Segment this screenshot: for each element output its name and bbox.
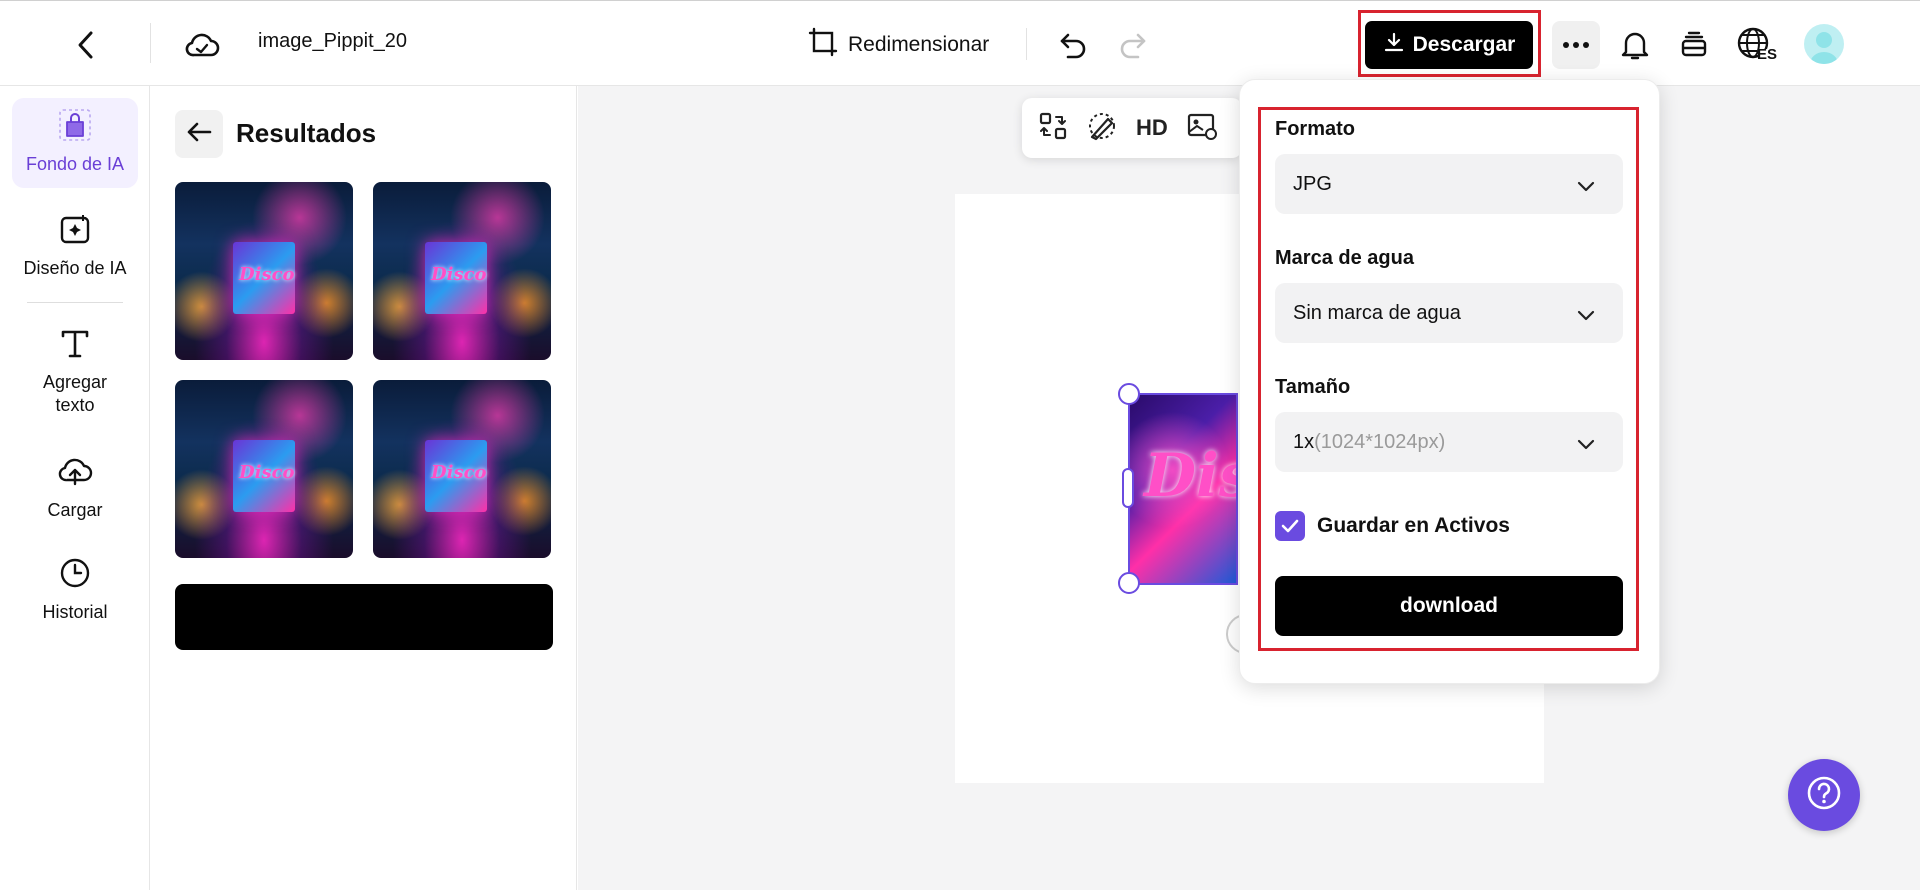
bag-icon <box>58 108 92 147</box>
watermark-select[interactable]: Sin marca de agua <box>1275 283 1623 343</box>
redo-icon[interactable] <box>1113 25 1153 65</box>
result-thumbnail[interactable]: Disco <box>175 380 353 558</box>
watermark-label: Marca de agua <box>1275 247 1414 269</box>
image-replace-icon[interactable] <box>1186 111 1218 146</box>
save-to-assets-label: Guardar en Activos <box>1317 514 1510 537</box>
result-thumbnail[interactable]: Disco <box>373 380 551 558</box>
divider <box>150 23 151 63</box>
watermark-value: Sin marca de agua <box>1293 301 1461 324</box>
download-icon <box>1383 31 1405 59</box>
resize-handle[interactable] <box>1118 383 1140 405</box>
checkbox-checked[interactable] <box>1275 511 1305 541</box>
image-toolbar: HD <box>1022 98 1242 158</box>
size-value: 1x <box>1293 430 1315 453</box>
rail-item-history[interactable]: Historial <box>12 556 138 636</box>
bell-icon[interactable] <box>1615 25 1655 65</box>
left-rail: Fondo de IA Diseño de IA Agregar texto C… <box>0 86 150 890</box>
size-label: Tamaño <box>1275 376 1351 398</box>
rail-item-upload[interactable]: Cargar <box>12 454 138 534</box>
download-label: Descargar <box>1412 33 1516 56</box>
language-globe-icon[interactable]: ES <box>1734 23 1778 67</box>
thumbnail-text: Disco <box>239 264 295 285</box>
resize-label: Redimensionar <box>848 33 990 56</box>
resize-handle[interactable] <box>1118 572 1140 594</box>
clock-icon <box>58 556 92 595</box>
thumbnail-text: Disco <box>239 462 295 483</box>
image-text: Disc <box>1144 441 1236 511</box>
chevron-down-icon <box>1577 176 1595 199</box>
side-handle[interactable] <box>1122 468 1134 508</box>
download-dropdown: Formato JPG Marca de agua Sin marca de a… <box>1239 79 1660 684</box>
format-label: Formato <box>1275 118 1355 140</box>
chevron-down-icon <box>1577 434 1595 457</box>
rail-item-label: Historial <box>42 602 108 622</box>
top-bar: image_Pippit_20 Redimensionar Descargar … <box>0 0 1920 86</box>
results-panel: Resultados Disco Disco Disco Disco <box>151 86 577 890</box>
question-icon <box>1806 775 1842 816</box>
file-name[interactable]: image_Pippit_20 <box>258 30 416 53</box>
avatar[interactable] <box>1804 24 1844 64</box>
thumbnail-poster: Disco <box>425 440 487 512</box>
rail-item-label: Cargar <box>47 500 103 520</box>
rail-item-label: Agregar texto <box>42 372 108 415</box>
rail-item-label: Diseño de IA <box>23 258 127 278</box>
result-thumbnail[interactable]: Disco <box>373 182 551 360</box>
results-back-button[interactable] <box>175 110 223 158</box>
ai-design-icon <box>58 212 92 251</box>
size-detail: (1024*1024px) <box>1314 430 1446 453</box>
thumbnail-text: Disco <box>431 264 487 285</box>
rail-item-ai-background[interactable]: Fondo de IA <box>12 98 138 188</box>
thumbnail-poster: Disco <box>425 242 487 314</box>
layers-icon[interactable] <box>1674 25 1714 65</box>
size-select[interactable]: 1x (1024*1024px) <box>1275 412 1623 472</box>
divider <box>27 302 123 303</box>
more-button[interactable] <box>1552 21 1600 69</box>
generate-button[interactable] <box>175 584 553 650</box>
cloud-upload-icon <box>57 454 93 493</box>
cloud-sync-icon[interactable] <box>182 25 222 65</box>
save-to-assets-checkbox[interactable]: Guardar en Activos <box>1275 511 1510 541</box>
divider <box>1026 28 1027 60</box>
undo-icon[interactable] <box>1053 25 1093 65</box>
selected-image[interactable]: Disc <box>1128 393 1238 585</box>
hd-upscale-button[interactable]: HD <box>1136 115 1168 141</box>
language-badge: ES <box>1757 46 1778 63</box>
text-icon <box>58 326 92 365</box>
results-title: Resultados <box>236 118 377 148</box>
thumbnail-text: Disco <box>431 462 487 483</box>
rail-item-label: Fondo de IA <box>25 154 125 174</box>
chevron-down-icon <box>1577 305 1595 328</box>
format-value: JPG <box>1293 172 1332 195</box>
download-button[interactable]: Descargar <box>1365 21 1533 69</box>
thumbnail-poster: Disco <box>233 440 295 512</box>
more-dots-icon <box>1562 36 1590 54</box>
arrow-left-icon <box>186 121 212 148</box>
rail-item-add-text[interactable]: Agregar texto <box>12 326 138 426</box>
confirm-download-button[interactable]: download <box>1275 576 1623 636</box>
result-thumbnail[interactable]: Disco <box>175 182 353 360</box>
thumbnail-poster: Disco <box>233 242 295 314</box>
format-select[interactable]: JPG <box>1275 154 1623 214</box>
magic-eraser-icon[interactable] <box>1086 111 1118 146</box>
resize-button[interactable]: Redimensionar <box>808 25 989 65</box>
back-arrow-icon[interactable] <box>66 25 106 65</box>
rail-item-ai-design[interactable]: Diseño de IA <box>12 212 138 292</box>
swap-icon[interactable] <box>1038 111 1068 146</box>
help-button[interactable] <box>1788 759 1860 831</box>
resize-icon <box>808 27 838 63</box>
